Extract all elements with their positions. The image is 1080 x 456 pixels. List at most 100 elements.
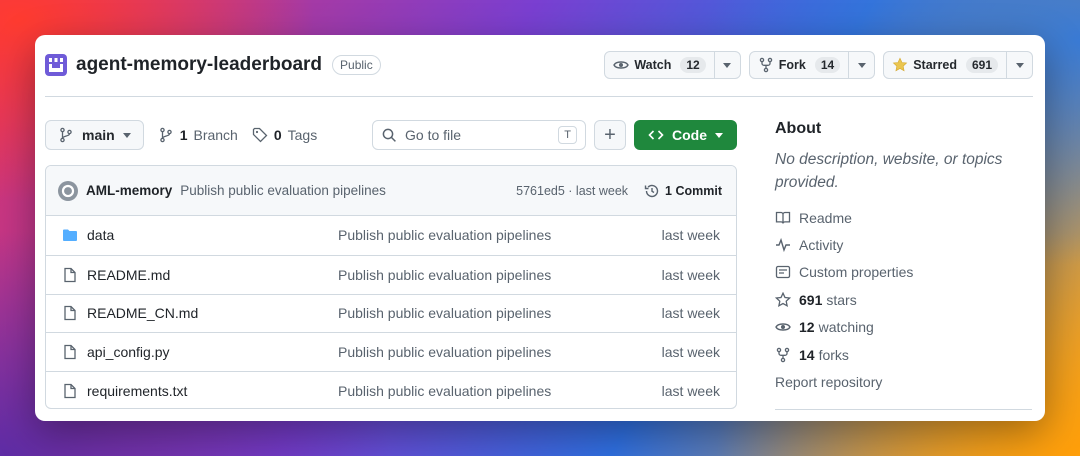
tags-link[interactable]: 0 Tags — [252, 127, 317, 143]
file-row-requirements[interactable]: requirements.txt Publish public evaluati… — [46, 371, 736, 408]
fork-button-group: Fork 14 — [748, 51, 876, 79]
folder-icon — [62, 227, 78, 243]
visibility-badge: Public — [332, 55, 381, 75]
branch-word: Branch — [193, 127, 238, 143]
eye-icon — [613, 61, 630, 69]
file-commit-message[interactable]: Publish public evaluation pipelines — [338, 227, 551, 243]
file-name[interactable]: README.md — [87, 267, 338, 283]
file-icon — [62, 344, 78, 360]
file-date: last week — [661, 227, 720, 244]
stars-link[interactable]: 691 stars — [775, 286, 1032, 313]
about-sidebar: About No description, website, or topics… — [775, 120, 1032, 396]
forks-link[interactable]: 14 forks — [775, 341, 1032, 368]
readme-link[interactable]: Readme — [775, 204, 1032, 231]
branch-name: main — [82, 127, 115, 143]
file-icon — [62, 267, 78, 283]
file-toolbar: main 1 Branch 0 Tags Go to file T + Code — [45, 120, 737, 150]
fork-icon — [759, 57, 772, 73]
file-row-api-config[interactable]: api_config.py Publish public evaluation … — [46, 332, 736, 371]
file-row-readme-cn[interactable]: README_CN.md Publish public evaluation p… — [46, 293, 736, 333]
commit-author[interactable]: AML-memory — [86, 183, 172, 198]
tag-count: 0 — [273, 127, 282, 143]
header-actions: Watch 12 Fork 14 Starred 691 — [604, 51, 1033, 79]
file-list: AML-memory Publish public evaluation pip… — [45, 165, 737, 409]
file-name[interactable]: README_CN.md — [87, 305, 338, 321]
browser-window: agent-memory-leaderboard Public Watch 12… — [35, 35, 1045, 421]
watching-count: 12 — [799, 319, 815, 336]
fork-icon — [775, 347, 791, 363]
custom-properties-link[interactable]: Custom properties — [775, 259, 1032, 286]
github-icon — [61, 184, 75, 197]
watch-button[interactable]: Watch 12 — [605, 52, 713, 78]
about-title: About — [775, 120, 822, 137]
repo-name[interactable]: agent-memory-leaderboard — [76, 54, 322, 76]
activity-link[interactable]: Activity — [775, 231, 1032, 258]
file-row-data[interactable]: data Publish public evaluation pipelines… — [46, 216, 736, 255]
shortcut-key: T — [558, 126, 577, 144]
stars-count: 691 — [799, 291, 823, 308]
watching-link[interactable]: 12 watching — [775, 314, 1032, 341]
go-to-file-placeholder: Go to file — [405, 127, 462, 143]
file-date: last week — [661, 305, 720, 322]
branch-selector[interactable]: main — [45, 120, 144, 150]
file-commit-message[interactable]: Publish public evaluation pipelines — [338, 267, 551, 283]
file-commit-message[interactable]: Publish public evaluation pipelines — [338, 383, 551, 399]
eye-icon — [775, 319, 791, 335]
code-icon — [648, 130, 664, 140]
branch-count: 1 — [179, 127, 188, 143]
header-divider — [45, 96, 1033, 97]
forks-word: forks — [818, 346, 849, 363]
file-commit-message[interactable]: Publish public evaluation pipelines — [338, 305, 551, 321]
starred-button[interactable]: Starred 691 — [884, 52, 1006, 78]
readme-label: Readme — [799, 209, 852, 226]
file-icon — [62, 383, 78, 399]
code-button[interactable]: Code — [634, 120, 737, 150]
watch-count: 12 — [680, 57, 706, 73]
branch-icon — [60, 127, 72, 143]
chevron-down-icon — [857, 62, 866, 68]
add-file-button[interactable]: + — [594, 120, 626, 150]
commits-link[interactable]: 1 Commit — [644, 183, 722, 199]
file-date: last week — [661, 266, 720, 283]
book-icon — [775, 210, 791, 226]
activity-label: Activity — [799, 237, 844, 254]
repo-header: agent-memory-leaderboard Public Watch 12… — [45, 49, 1033, 81]
chevron-down-icon — [1015, 62, 1024, 68]
repo-logo-icon — [45, 54, 67, 76]
tag-icon — [252, 127, 268, 143]
about-description: No description, website, or topics provi… — [775, 151, 1003, 191]
star-dropdown-button[interactable] — [1006, 52, 1032, 78]
file-row-readme[interactable]: README.md Publish public evaluation pipe… — [46, 254, 736, 294]
star-filled-icon — [892, 57, 908, 72]
file-name[interactable]: requirements.txt — [87, 383, 338, 399]
custom-properties-label: Custom properties — [799, 264, 914, 281]
commits-label: 1 Commit — [665, 183, 722, 198]
report-repository-link[interactable]: Report repository — [775, 368, 1032, 395]
fork-label: Fork — [778, 58, 806, 72]
branch-icon — [159, 127, 172, 143]
fork-button[interactable]: Fork 14 — [750, 52, 848, 78]
note-icon — [775, 264, 791, 280]
file-date: last week — [661, 344, 720, 361]
search-icon — [382, 128, 396, 142]
go-to-file-input[interactable]: Go to file T — [372, 120, 586, 150]
file-rows: data Publish public evaluation pipelines… — [46, 216, 736, 408]
watch-dropdown-button[interactable] — [713, 52, 740, 78]
file-icon — [62, 305, 78, 321]
file-commit-message[interactable]: Publish public evaluation pipelines — [338, 344, 551, 360]
fork-dropdown-button[interactable] — [848, 52, 874, 78]
file-name[interactable]: data — [87, 227, 338, 243]
code-label: Code — [672, 127, 707, 143]
commit-message[interactable]: Publish public evaluation pipelines — [180, 183, 386, 198]
file-name[interactable]: api_config.py — [87, 344, 338, 360]
tag-word: Tags — [287, 127, 318, 143]
history-icon — [644, 184, 659, 197]
avatar[interactable] — [58, 180, 78, 201]
star-label: Starred — [913, 58, 957, 72]
pulse-icon — [775, 237, 791, 253]
fork-count: 14 — [814, 57, 841, 73]
branches-link[interactable]: 1 Branch — [158, 127, 238, 143]
forks-count: 14 — [799, 346, 815, 363]
watching-word: watching — [818, 319, 874, 336]
commit-hash-date[interactable]: 5761ed5 · last week — [516, 184, 628, 198]
